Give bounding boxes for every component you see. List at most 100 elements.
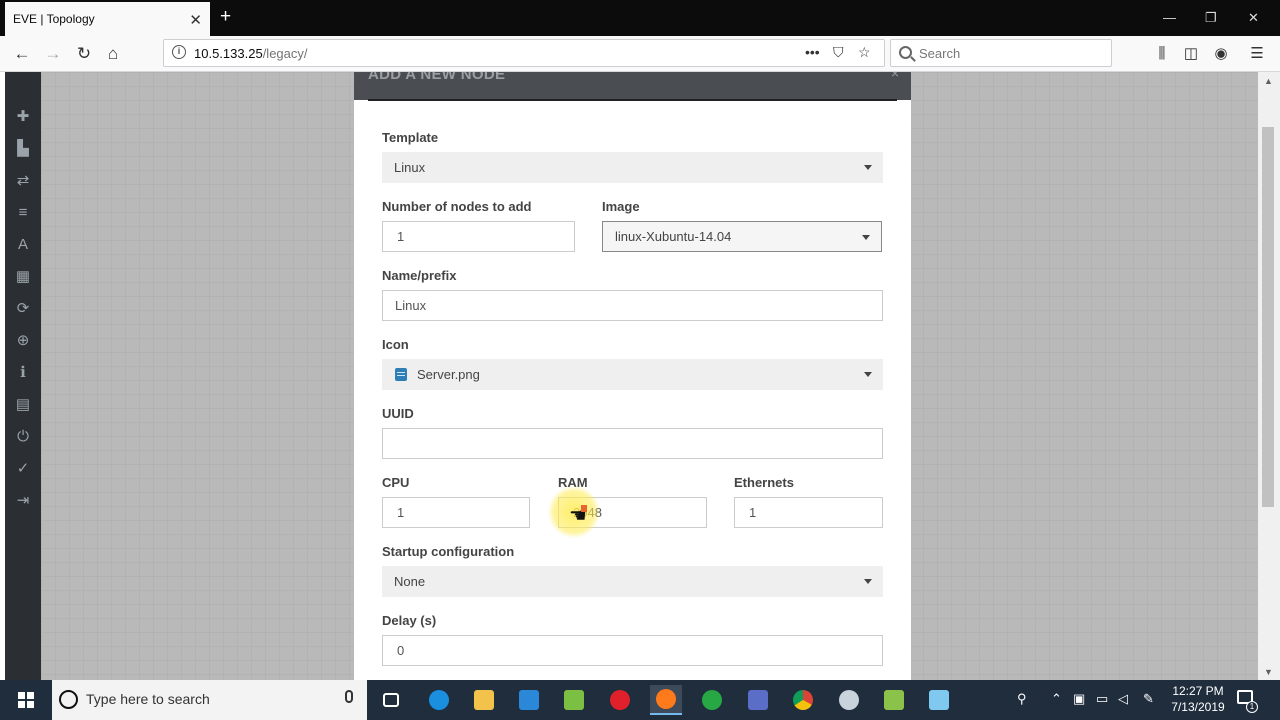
lab-list-icon[interactable]: ▤ — [14, 396, 32, 414]
ethernets-label: Ethernets — [734, 475, 794, 490]
sync-app-button[interactable] — [696, 685, 728, 715]
delay-input[interactable]: 0 — [382, 635, 883, 666]
url-text: 10.5.133.25/legacy/ — [194, 46, 308, 61]
cpu-input[interactable]: 1 — [382, 497, 530, 528]
notepadpp-button[interactable] — [558, 685, 590, 715]
file-explorer-button[interactable] — [468, 685, 500, 715]
minimize-icon[interactable]: — — [1163, 10, 1176, 25]
modal-header-divider — [368, 99, 897, 101]
store-button[interactable] — [513, 685, 545, 715]
template-label: Template — [382, 130, 439, 145]
scrollbar-thumb[interactable] — [1262, 127, 1274, 507]
image-label: Image — [602, 199, 640, 214]
name-prefix-label: Name/prefix — [382, 268, 457, 283]
sidebar-icon[interactable]: ◫ — [1179, 42, 1203, 66]
pen-icon[interactable]: ✎ — [1143, 691, 1154, 707]
vpn-app-button[interactable] — [833, 685, 865, 715]
clock-time: 12:27 PM — [1172, 684, 1224, 698]
app-button-green[interactable] — [878, 685, 910, 715]
taskbar-clock[interactable]: 12:27 PM 7/13/2019 — [1168, 683, 1228, 715]
show-hidden-icons[interactable]: ⌃ — [1051, 691, 1062, 707]
people-icon[interactable]: ⚲ — [1017, 691, 1027, 707]
reload-icon[interactable]: ↻ — [72, 42, 96, 66]
modal-title: ADD A NEW NODE — [368, 72, 506, 83]
icon-select[interactable]: Server.png — [382, 359, 883, 390]
home-icon[interactable]: ⌂ — [101, 42, 125, 66]
pocket-icon[interactable]: ⛉ — [833, 44, 844, 61]
browser-nav-bar: ← → ↻ ⌂ i 10.5.133.25/legacy/ ••• ⛉ ☆ Se… — [0, 36, 1280, 72]
search-bar[interactable]: Search — [890, 39, 1112, 67]
name-prefix-value: Linux — [395, 298, 427, 313]
cortana-icon — [59, 690, 78, 709]
url-bar[interactable]: i 10.5.133.25/legacy/ ••• ⛉ ☆ — [163, 39, 885, 67]
cpu-label: CPU — [382, 475, 410, 490]
edge-button[interactable] — [423, 685, 455, 715]
nodes-count-input[interactable]: 1 — [382, 221, 575, 252]
taskbar-search-placeholder: Type here to search — [86, 691, 210, 707]
startup-configs-icon[interactable]: ≡ — [14, 204, 32, 222]
notepad-icon — [564, 690, 584, 710]
microphone-icon[interactable] — [345, 690, 353, 703]
modal-header: ADD A NEW NODE × — [354, 72, 911, 101]
tray-app-icon[interactable]: ▣ — [1073, 691, 1085, 707]
grid-icon[interactable]: ▦ — [14, 268, 32, 286]
store-icon — [519, 690, 539, 710]
page-actions-icon[interactable]: ••• — [805, 44, 820, 60]
startup-config-value: None — [394, 574, 426, 589]
uuid-input[interactable] — [382, 428, 883, 459]
logout-icon[interactable]: ⇥ — [14, 492, 32, 510]
restore-icon[interactable]: ❐ — [1205, 10, 1217, 26]
eve-side-toolbar: ✚ ▙ ⇄ ≡ A ▦ ⟳ ⊕ ℹ ▤ ⏻ ✓ ⇥ — [5, 72, 41, 680]
bookmark-star-icon[interactable]: ☆ — [858, 44, 871, 61]
networks-icon[interactable]: ⇄ — [14, 172, 32, 190]
ethernets-input[interactable]: 1 — [734, 497, 883, 528]
opera-button[interactable] — [604, 685, 636, 715]
refresh-icon[interactable]: ⟳ — [14, 300, 32, 318]
check-icon[interactable]: ✓ — [14, 460, 32, 478]
search-icon — [899, 46, 912, 59]
forward-icon[interactable]: → — [41, 42, 65, 66]
zoom-icon[interactable]: ⊕ — [14, 332, 32, 350]
browser-tab[interactable]: EVE | Topology ✕ — [5, 2, 210, 36]
network-app-button[interactable] — [742, 685, 774, 715]
new-tab-icon[interactable]: + — [220, 7, 231, 27]
start-button[interactable] — [0, 680, 52, 720]
scroll-up-icon[interactable]: ▲ — [1264, 76, 1273, 86]
back-icon[interactable]: ← — [10, 42, 34, 66]
task-view-icon — [383, 693, 399, 707]
image-select[interactable]: linux-Xubuntu-14.04 — [602, 221, 882, 252]
network-icon[interactable]: ▭ — [1096, 691, 1108, 707]
firefox-button[interactable] — [650, 685, 682, 715]
opera-icon — [610, 690, 630, 710]
nodes-icon[interactable]: ▙ — [14, 140, 32, 158]
chrome-button[interactable] — [787, 685, 819, 715]
text-icon[interactable]: A — [14, 236, 32, 254]
volume-icon[interactable]: ◁ — [1118, 691, 1128, 707]
page-content: ✚ ▙ ⇄ ≡ A ▦ ⟳ ⊕ ℹ ▤ ⏻ ✓ ⇥ ADD A NEW NODE… — [0, 72, 1280, 680]
window-close-icon[interactable]: ✕ — [1248, 10, 1259, 26]
folder-icon — [474, 690, 494, 710]
cpu-value: 1 — [397, 505, 405, 520]
site-info-icon[interactable]: i — [172, 45, 186, 59]
taskbar-search[interactable]: Type here to search — [52, 680, 367, 720]
scroll-down-icon[interactable]: ▼ — [1264, 667, 1273, 677]
startup-config-select[interactable]: None — [382, 566, 883, 597]
page-scrollbar[interactable]: ▲ ▼ — [1258, 72, 1280, 680]
network-app-icon — [748, 690, 768, 710]
template-select[interactable]: Linux — [382, 152, 883, 183]
chevron-down-icon — [864, 579, 872, 584]
library-icon[interactable]: ⫼ — [1150, 42, 1174, 66]
power-icon[interactable]: ⏻ — [14, 428, 32, 446]
template-value: Linux — [394, 160, 426, 175]
name-prefix-input[interactable]: Linux — [382, 290, 883, 321]
info-icon[interactable]: ℹ — [14, 364, 32, 382]
tab-close-icon[interactable]: ✕ — [189, 11, 202, 29]
startup-config-label: Startup configuration — [382, 544, 515, 559]
task-view-button[interactable] — [375, 685, 407, 715]
uuid-label: UUID — [382, 406, 414, 421]
app-button-blue[interactable] — [923, 685, 955, 715]
modal-close-icon[interactable]: × — [891, 72, 899, 81]
account-icon[interactable]: ◉ — [1209, 42, 1233, 66]
add-object-icon[interactable]: ✚ — [14, 108, 32, 126]
menu-icon[interactable]: ☰ — [1245, 42, 1269, 66]
